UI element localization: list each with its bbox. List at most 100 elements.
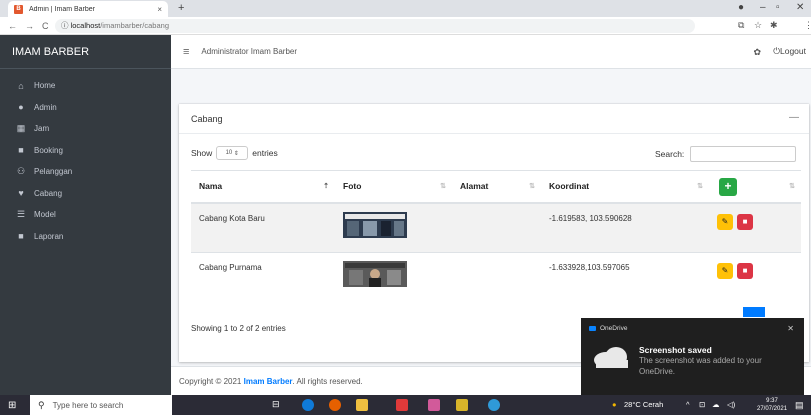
sidebar-item-model[interactable]: ☰ Model (0, 204, 171, 226)
profile-dot-icon[interactable]: ● (738, 2, 744, 13)
logout-label: Logout (780, 46, 806, 56)
table-header-row: Nama ⇡ Foto ⇅ Alamat ⇅ Koordinat ⇅ + ⇅ (191, 170, 801, 204)
bookmark-star-icon[interactable]: ☆ (754, 20, 762, 31)
toast-close-icon[interactable]: ✕ (787, 324, 794, 333)
file-explorer-icon[interactable] (356, 399, 368, 411)
task-view-icon[interactable]: ⊟ (272, 399, 284, 411)
url-field[interactable]: ⓘ localhost/imambarber/cabang (55, 19, 695, 33)
network-icon[interactable]: ⊡ (699, 400, 705, 409)
sidebar-item-label: Model (34, 210, 56, 220)
search-input[interactable] (690, 146, 797, 162)
address-bar-row: ← → C ⓘ localhost/imambarber/cabang ⧉ ☆ … (0, 17, 811, 49)
copyright-prefix: Copyright © 2021 (179, 377, 244, 386)
reload-icon[interactable]: C (42, 21, 49, 31)
weather-icon: ● (612, 400, 617, 409)
column-header-foto[interactable]: Foto ⇅ (335, 170, 452, 204)
new-tab-button[interactable]: + (178, 2, 184, 14)
sort-icon: ⇅ (697, 183, 703, 190)
taskbar-search-input[interactable]: ⚲ Type here to search (30, 395, 172, 415)
sort-icon: ⇅ (789, 183, 795, 190)
sidebar-item-home[interactable]: ⌂ Home (0, 75, 171, 97)
footer-brand-link[interactable]: Imam Barber (244, 377, 293, 386)
column-header-label: Alamat (460, 181, 489, 192)
search-icon: ⚲ (38, 399, 45, 410)
column-header-nama[interactable]: Nama ⇡ (191, 170, 335, 204)
sidebar-item-booking[interactable]: ■ Booking (0, 140, 171, 162)
pagination-current[interactable] (743, 307, 765, 317)
browser-tab[interactable]: B Admin | Imam Barber × (8, 1, 168, 17)
cell-nama: Cabang Kota Baru (191, 202, 335, 253)
map-marker-icon: ♥ (18, 188, 24, 199)
volume-icon[interactable]: ◁) (727, 400, 735, 409)
sidebar-menu: ⌂ Home ● Admin ▦ Jam ■ Booking ⚇ Pelanggan ♥ C… (0, 69, 171, 247)
sidebar-item-admin[interactable]: ● Admin (0, 97, 171, 119)
taskbar-clock[interactable]: 9:37 27/07/2021 (757, 397, 787, 413)
cell-alamat (452, 252, 541, 305)
notification-center-icon[interactable]: ▤ (795, 400, 804, 411)
pencil-icon: ✎ (721, 266, 729, 275)
entries-select-value: 10 (225, 150, 233, 156)
cell-foto (335, 252, 452, 305)
edge-icon[interactable] (302, 399, 314, 411)
chrome-icon[interactable] (488, 399, 500, 411)
sidebar-item-label: Laporan (34, 231, 64, 241)
app-icon[interactable] (428, 399, 440, 411)
clock-date: 27/07/2021 (757, 406, 788, 412)
firefox-icon[interactable] (329, 399, 341, 411)
column-header-koordinat[interactable]: Koordinat ⇅ (541, 170, 709, 204)
delete-button[interactable]: ■ (737, 263, 753, 279)
sidebar-item-pelanggan[interactable]: ⚇ Pelanggan (0, 161, 171, 183)
onedrive-tray-icon[interactable]: ☁ (712, 400, 720, 409)
column-header-alamat[interactable]: Alamat ⇅ (452, 170, 541, 204)
sidebar-item-label: Admin (34, 102, 57, 112)
column-header-label: Foto (343, 181, 362, 192)
users-icon: ⚇ (16, 166, 26, 177)
sidebar-item-jam[interactable]: ▦ Jam (0, 118, 171, 140)
settings-gears-icon[interactable]: ✿ (753, 47, 761, 58)
site-favicon-icon: B (14, 4, 23, 14)
add-cabang-button[interactable]: + (719, 178, 737, 196)
sort-icon: ⇅ (440, 183, 446, 190)
sidebar-item-laporan[interactable]: ■ Laporan (0, 226, 171, 248)
tray-chevron-icon[interactable]: ^ (686, 400, 690, 409)
tab-title: Admin | Imam Barber (29, 5, 96, 13)
menu-kebab-icon[interactable]: ⋮ (804, 20, 811, 31)
trash-icon: ■ (742, 266, 748, 275)
close-window-button[interactable]: ✕ (796, 2, 804, 13)
logout-button[interactable]: ⏻Logout (773, 46, 806, 57)
app-icon[interactable] (396, 399, 408, 411)
pencil-icon: ✎ (721, 216, 729, 226)
weather-text[interactable]: 28°C Cerah (624, 400, 663, 409)
toast-body: The screenshot was added to your OneDriv… (639, 356, 762, 376)
tab-close-icon[interactable]: × (157, 5, 162, 14)
collapse-minus-icon[interactable]: — (789, 112, 799, 123)
table-info: Showing 1 to 2 of 2 entries (191, 324, 286, 333)
search-control: Search: (655, 146, 797, 162)
edit-button[interactable]: ✎ (717, 213, 733, 230)
list-icon: ☰ (16, 209, 26, 220)
column-header-label: Koordinat (549, 181, 590, 192)
hamburger-menu-icon[interactable]: ≡ (183, 46, 189, 58)
forward-icon[interactable]: → (25, 21, 34, 31)
extensions-icon[interactable]: ✱ (770, 20, 778, 31)
onedrive-toast[interactable]: OneDrive ✕ Screenshot saved The screensh… (581, 318, 804, 395)
translate-icon[interactable]: ⧉ (738, 20, 744, 31)
entries-select[interactable]: 10 ⇕ (216, 146, 249, 160)
copyright-suffix: . All rights reserved. (292, 377, 363, 386)
url-host: localhost (70, 21, 101, 30)
brand-link[interactable]: IMAM BARBER (0, 35, 171, 69)
trash-icon: ■ (742, 216, 748, 226)
cell-actions: ✎ ■ (709, 252, 801, 305)
sort-icon: ⇅ (529, 183, 535, 190)
back-icon[interactable]: ← (8, 21, 17, 31)
app-icon[interactable] (456, 399, 468, 411)
sidebar-item-cabang[interactable]: ♥ Cabang (0, 183, 171, 205)
browser-tabstrip: B Admin | Imam Barber × + ● – ▫ ✕ (0, 0, 811, 17)
edit-button[interactable]: ✎ (717, 263, 733, 279)
sidebar-item-label: Home (34, 81, 56, 91)
maximize-button[interactable]: ▫ (776, 2, 780, 13)
windows-start-icon[interactable]: ⊞ (8, 400, 16, 411)
minimize-button[interactable]: – (760, 2, 766, 13)
delete-button[interactable]: ■ (737, 213, 753, 230)
sidebar-item-label: Cabang (34, 188, 63, 198)
